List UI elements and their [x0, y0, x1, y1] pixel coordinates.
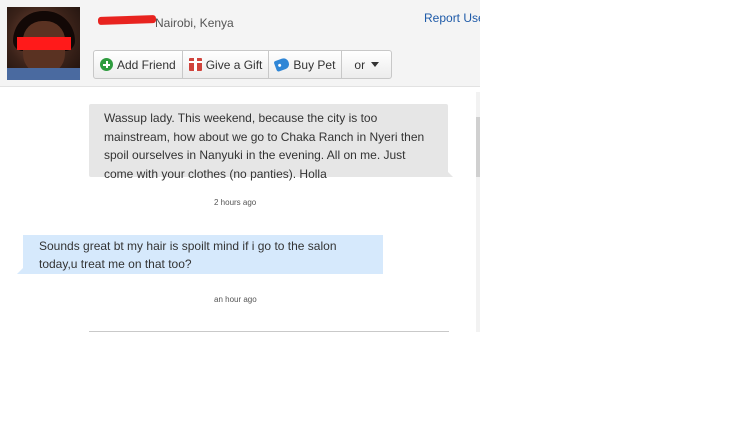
profile-action-buttons: Add Friend Give a Gift Buy Pet or — [93, 50, 393, 79]
conversation-divider — [89, 331, 449, 332]
buy-pet-button[interactable]: Buy Pet — [269, 51, 343, 78]
avatar[interactable] — [7, 7, 80, 80]
caret-down-icon — [371, 62, 380, 67]
more-actions-dropdown[interactable]: or — [342, 51, 391, 78]
gift-icon — [188, 58, 202, 71]
profile-header: Nairobi, Kenya Report Use Add Friend Giv… — [0, 0, 480, 87]
message-text: Wassup lady. This weekend, because the c… — [104, 111, 425, 181]
message-text: Sounds great bt my hair is spoilt mind i… — [39, 239, 337, 271]
message-timestamp: 2 hours ago — [214, 198, 257, 207]
user-location: Nairobi, Kenya — [155, 16, 234, 30]
message-bubble-received: Wassup lady. This weekend, because the c… — [89, 104, 453, 181]
avatar-shirt — [7, 68, 80, 80]
give-gift-button[interactable]: Give a Gift — [183, 51, 270, 78]
give-gift-label: Give a Gift — [205, 57, 263, 72]
message-bubble-sent: Sounds great bt my hair is spoilt mind i… — [17, 235, 383, 274]
add-friend-button[interactable]: Add Friend — [94, 51, 183, 78]
avatar-redaction-bar — [17, 37, 71, 50]
scrollbar-thumb[interactable] — [476, 117, 480, 177]
more-actions-label: or — [354, 57, 366, 72]
plus-circle-icon — [100, 58, 113, 71]
add-friend-label: Add Friend — [117, 57, 176, 72]
buy-pet-label: Buy Pet — [293, 57, 336, 72]
report-user-link[interactable]: Report Use — [424, 11, 480, 25]
message-timestamp: an hour ago — [214, 295, 257, 304]
conversation-panel: Nairobi, Kenya Report Use Add Friend Giv… — [0, 0, 480, 334]
tag-icon — [273, 56, 291, 73]
username-redaction — [97, 14, 157, 26]
scrollbar[interactable] — [476, 92, 480, 332]
